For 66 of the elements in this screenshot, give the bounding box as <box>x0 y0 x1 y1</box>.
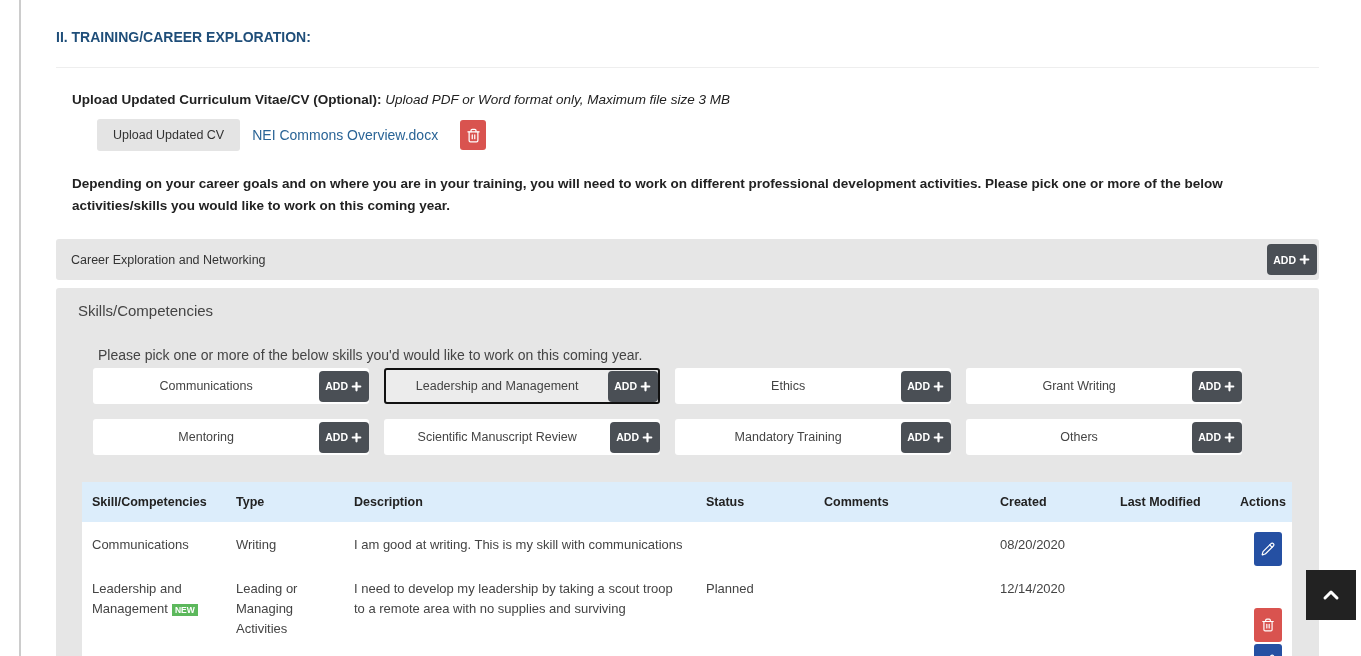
skill-label: Grant Writing <box>1041 379 1117 393</box>
table-cell: I am good at writing. This is my skill with communications <box>354 537 683 552</box>
skill-card[interactable]: Scientific Manuscript Review ADD <box>384 419 660 455</box>
skill-card[interactable]: Communications ADD <box>93 368 369 404</box>
skill-card[interactable]: Mandatory Training ADD <box>675 419 951 455</box>
skill-label: Mandatory Training <box>733 430 843 444</box>
table-cell: Leading or Managing Activities <box>236 581 298 636</box>
skill-card[interactable]: Leadership and Management ADD <box>384 368 660 404</box>
scroll-top-button[interactable] <box>1306 570 1356 620</box>
add-button[interactable]: ADD <box>1192 370 1242 402</box>
add-button[interactable]: ADD <box>1192 421 1242 453</box>
upload-instruction: Upload Updated Curriculum Vitae/CV (Optional): Upload PDF or Word format only, Maximum file size 3 MB <box>72 92 731 107</box>
add-button[interactable]: ADD <box>608 370 658 402</box>
plus-icon <box>1298 253 1311 266</box>
plus-icon <box>932 379 945 393</box>
column-header: Type <box>226 482 344 522</box>
skill-label: Leadership and Management <box>414 379 580 393</box>
skill-card[interactable]: Mentoring ADD <box>93 419 369 455</box>
add-button[interactable]: ADD <box>1267 244 1317 275</box>
upload-button[interactable]: Upload Updated CV <box>97 119 241 151</box>
skill-card[interactable]: Grant Writing ADD <box>966 368 1242 404</box>
column-header: Description <box>344 482 696 522</box>
skill-card[interactable]: Ethics ADD <box>675 368 951 404</box>
add-button[interactable]: ADD <box>610 421 660 453</box>
plus-icon <box>1223 379 1236 393</box>
skill-label: Mentoring <box>177 430 235 444</box>
delete-button[interactable] <box>1254 608 1282 642</box>
delete-button[interactable] <box>460 120 487 150</box>
edit-button[interactable] <box>1254 532 1282 566</box>
skill-card[interactable]: Others ADD <box>966 419 1242 455</box>
table-cell: Planned <box>706 581 754 596</box>
instruction-text: Please pick one or more of the below skills you'd would like to work on this coming year. <box>98 347 644 363</box>
plus-icon <box>641 430 654 444</box>
plus-icon <box>932 430 945 444</box>
table-cell: 08/20/2020 <box>1000 537 1066 552</box>
intro-text: Depending on your career goals and on where you are in your training, you will need to work on different professional development activities. Please pick one or more of the below activities/skills you would like to work on this coming year. <box>72 175 1224 215</box>
section-title: II. TRAINING/CAREER EXPLORATION: <box>56 28 312 47</box>
table-cell-text: Communications <box>92 536 190 554</box>
column-header: Last Modified <box>1110 482 1230 522</box>
plus-icon <box>350 379 363 393</box>
plus-icon <box>639 379 652 393</box>
career-label: Career Exploration and Networking <box>71 252 266 267</box>
column-header: Created <box>990 482 1110 522</box>
add-button[interactable]: ADD <box>901 370 951 402</box>
skill-label: Scientific Manuscript Review <box>416 430 578 444</box>
file-link[interactable]: NEI Commons Overview.docx <box>252 127 439 143</box>
skill-label: Communications <box>158 379 254 393</box>
column-header: Skill/Competencies <box>82 482 226 522</box>
add-button[interactable]: ADD <box>319 370 369 402</box>
pencil-icon <box>1261 542 1275 556</box>
table-cell: I need to develop my leadership by taking a scout troop to a remote area with no supplies and surviving <box>354 581 673 616</box>
column-header: Comments <box>814 482 990 522</box>
table-cell: 12/14/2020 <box>1000 581 1066 596</box>
skill-label: Others <box>1059 430 1099 444</box>
panel-title: Skills/Competencies <box>78 302 215 319</box>
trash-icon <box>1261 618 1275 632</box>
add-button[interactable]: ADD <box>319 421 369 453</box>
column-header: Status <box>696 482 814 522</box>
add-button[interactable]: ADD <box>901 421 951 453</box>
table-cell: Leadership and Management NEW <box>92 579 216 620</box>
trash-icon <box>465 127 481 143</box>
table-cell: Writing <box>236 537 277 552</box>
skill-label: Ethics <box>770 379 807 393</box>
column-header: Actions <box>1230 482 1292 522</box>
plus-icon <box>350 430 363 444</box>
plus-icon <box>1223 430 1236 444</box>
